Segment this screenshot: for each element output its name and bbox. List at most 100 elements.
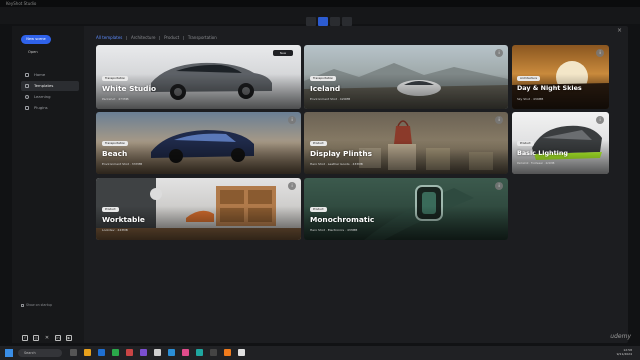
plugin-icon [25,106,29,110]
youtube-icon[interactable]: ▶ [66,335,72,341]
sidebar-item-label: Learning [34,94,51,99]
taskbar-search[interactable]: Search [18,349,62,357]
tab-transportation[interactable]: Transportation [188,35,217,40]
udemy-watermark: udemy [610,333,631,340]
sidebar-item-label: Templates [34,83,54,88]
template-card-iceland[interactable]: i Transportation Iceland Environment Sho… [304,45,508,109]
card-title: Display Plinths [310,149,372,158]
sidebar-nav: Home Templates Learning Plugins [21,70,79,114]
taskview-icon[interactable] [70,349,77,356]
toolbar-button[interactable] [342,17,352,26]
modal-sidebar: New scene Open Home Templates Learning P… [12,26,84,343]
learning-icon [25,95,29,99]
card-meta: Environment Shot · 420MB [310,97,351,101]
app-toolbar [0,7,640,26]
windows-start-icon[interactable] [5,349,13,357]
card-title: Beach [102,149,128,158]
info-icon[interactable]: i [495,49,503,57]
new-scene-button[interactable]: New scene [21,35,51,44]
file-explorer-icon[interactable] [84,349,91,356]
tab-divider [159,35,161,40]
card-meta: Hero Shot · Leather Goods · 433MB [310,162,363,166]
card-meta: Hero Shot · Electronics · 433MB [310,228,358,232]
clock-date: 9/11/2024 [616,352,632,356]
card-title: Day & Night Skies [517,84,582,92]
app-icon[interactable] [182,349,189,356]
x-icon[interactable]: ✕ [44,336,50,342]
app-icon[interactable] [210,349,217,356]
sidebar-item-label: Plugins [34,105,48,110]
card-title: White Studio [102,84,157,93]
show-on-startup-toggle[interactable]: Show on startup [21,303,52,307]
chrome-icon[interactable] [112,349,119,356]
social-links: f ◎ ✕ in ▶ [22,324,77,343]
template-card-monochromatic[interactable]: i Product Monochromatic Hero Shot · Elec… [304,178,508,240]
new-badge: New [273,50,293,56]
card-meta: Packshot · 473MB [102,97,129,101]
open-button[interactable]: Open [28,50,38,54]
card-title: Iceland [310,84,341,93]
app-icon[interactable] [168,349,175,356]
grid-icon [25,84,29,88]
info-icon[interactable]: i [495,116,503,124]
home-icon [25,73,29,77]
info-icon[interactable]: i [596,49,604,57]
card-title: Basic Lighting [517,149,568,157]
template-card-display-plinths[interactable]: i Product Display Plinths Hero Shot · Le… [304,112,508,174]
template-card-beach[interactable]: i Transportation Beach Environment Shot … [96,112,301,174]
templates-modal: × New scene Open Home Templates Learning… [12,26,628,343]
tab-architecture[interactable]: Architecture [131,35,156,40]
linkedin-icon[interactable]: in [55,335,61,341]
sidebar-item-plugins[interactable]: Plugins [21,103,79,113]
toolbar-button-active[interactable] [318,17,328,26]
template-tabs: All templates Architecture Product Transpor… [96,35,221,40]
card-meta: Lookdev · 443MB [102,228,128,232]
app-title: KeyShot Studio [6,1,37,6]
app-icon[interactable] [126,349,133,356]
app-icon[interactable] [140,349,147,356]
template-card-white-studio[interactable]: New Transportation White Studio Packshot… [96,45,301,109]
card-tag: Product [310,207,327,212]
close-icon[interactable]: × [617,27,622,34]
info-icon[interactable]: i [288,182,296,190]
taskbar-clock: 12:58 9/11/2024 [617,348,632,356]
instagram-icon[interactable]: ◎ [33,335,39,341]
card-title: Monochromatic [310,215,375,224]
template-card-worktable[interactable]: i Product Worktable Lookdev · 443MB [96,178,301,240]
info-icon[interactable]: i [495,182,503,190]
app-titlebar: KeyShot Studio [0,0,640,7]
show-on-startup-label: Show on startup [26,303,53,307]
card-tag: Transportation [102,76,129,81]
info-icon[interactable]: i [596,116,604,124]
card-title: Worktable [102,215,145,224]
card-meta: Packshot · Footwear · 421MB [517,162,555,165]
keyshot-taskbar-icon[interactable] [238,349,245,356]
app-icon[interactable] [196,349,203,356]
sidebar-item-learning[interactable]: Learning [21,92,79,102]
card-meta: Environment Shot · 337MB [102,162,143,166]
tab-divider [126,35,127,40]
template-card-day-night-skies[interactable]: i Architecture Day & Night Skies Sky Sho… [512,45,609,109]
edge-icon[interactable] [98,349,105,356]
card-tag: Transportation [102,141,129,146]
sidebar-item-label: Home [34,72,46,77]
taskbar [0,346,640,360]
toolbar-button[interactable] [306,17,316,26]
facebook-icon[interactable]: f [22,335,28,341]
card-tag: Architecture [517,76,541,81]
checkbox-icon[interactable] [21,303,24,307]
template-card-basic-lighting[interactable]: i Product Basic Lighting Packshot · Foot… [512,112,609,174]
card-tag: Product [310,141,327,146]
sidebar-item-templates[interactable]: Templates [21,81,79,91]
info-icon[interactable]: i [288,116,296,124]
app-icon[interactable] [224,349,231,356]
card-meta: Sky Shot · 434MB [517,97,544,101]
toolbar-button[interactable] [330,17,340,26]
card-tag: Product [517,141,534,146]
tab-product[interactable]: Product [164,35,179,40]
tab-divider [183,35,184,40]
tab-all-templates[interactable]: All templates [96,35,122,40]
app-icon[interactable] [154,349,161,356]
sidebar-item-home[interactable]: Home [21,70,79,80]
card-tag: Transportation [310,76,337,81]
